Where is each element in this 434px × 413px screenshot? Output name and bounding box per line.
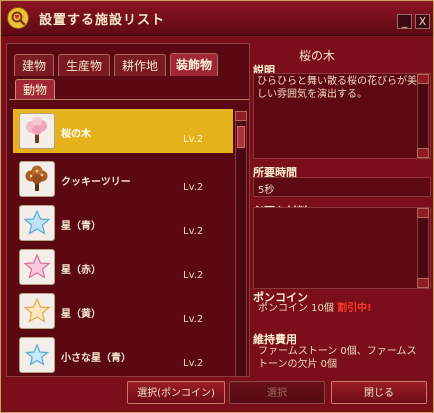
item-name: 星（青） [61, 221, 101, 232]
yellow-star-icon [19, 293, 55, 329]
title-bar[interactable]: 設置する施設リスト _ X [1, 1, 433, 36]
blue-star-icon [19, 205, 55, 241]
time-box [253, 177, 431, 197]
sale-badge: 割引中! [337, 303, 372, 314]
facility-list-window: 設置する施設リスト _ X 建物 生産物 耕作地 装飾物 動物 桜の木 Lv.2 [0, 0, 434, 413]
small-blue-star-icon [19, 337, 55, 373]
window-title: 設置する施設リスト [39, 13, 166, 28]
coin-value: ポンコイン 10個 [258, 303, 334, 314]
scroll-up-button[interactable] [417, 208, 429, 218]
tab-farmland[interactable]: 耕作地 [114, 54, 166, 76]
item-level: Lv.2 [183, 134, 204, 145]
item-level: Lv.2 [183, 182, 204, 193]
item-name: 星（黄） [61, 309, 101, 320]
list-item[interactable]: 星（黄） Lv.2 [13, 289, 233, 333]
time-value: 5秒 [258, 185, 275, 196]
item-name: 小さな星（青） [61, 353, 131, 364]
select-button[interactable]: 選択 [229, 381, 325, 404]
facility-list: 桜の木 Lv.2 クッキーツリー Lv.2 星（青） Lv.2 星（赤） Lv.… [13, 105, 233, 377]
list-item[interactable]: 星（青） Lv.2 [13, 201, 233, 245]
tab-decorations[interactable]: 装飾物 [170, 53, 218, 76]
select-with-coin-button[interactable]: 選択(ポンコイン) [127, 381, 225, 404]
scroll-thumb[interactable] [237, 126, 245, 148]
subtab-animals[interactable]: 動物 [15, 79, 55, 99]
coin-cost: ポンコイン 10個 割引中! [258, 299, 372, 314]
list-item[interactable]: 小さな星（青） Lv.2 [13, 333, 233, 377]
close-window-button[interactable]: X [415, 14, 430, 29]
heart-search-icon [7, 7, 29, 29]
scroll-down-button[interactable] [417, 148, 429, 158]
item-level: Lv.2 [183, 226, 204, 237]
materials-scrollbar[interactable] [417, 208, 429, 288]
cookie-tree-icon [19, 161, 55, 197]
item-level: Lv.2 [183, 270, 204, 281]
list-item[interactable]: クッキーツリー Lv.2 [13, 157, 233, 201]
pink-star-icon [19, 249, 55, 285]
scroll-up-button[interactable] [417, 74, 429, 84]
item-name: クッキーツリー [61, 177, 131, 188]
scroll-up-button[interactable] [235, 111, 247, 121]
tab-buildings[interactable]: 建物 [14, 54, 54, 76]
cherry-tree-icon [19, 113, 55, 149]
list-item[interactable]: 星（赤） Lv.2 [13, 245, 233, 289]
tab-products[interactable]: 生産物 [58, 54, 110, 76]
materials-box [253, 207, 431, 289]
item-level: Lv.2 [183, 358, 204, 369]
item-name: 星（赤） [61, 265, 101, 276]
minimize-button[interactable]: _ [397, 14, 412, 29]
description-text: ひらひらと舞い散る桜の花びらが美しい雰囲気を演出する。 [257, 76, 417, 100]
list-scrollbar[interactable] [235, 111, 247, 377]
upkeep-value: ファームストーン 0個、ファームストーンの欠片 0個 [258, 346, 417, 370]
scroll-down-button[interactable] [417, 278, 429, 288]
tab-divider [9, 99, 249, 100]
close-button[interactable]: 閉じる [331, 381, 427, 404]
list-item[interactable]: 桜の木 Lv.2 [13, 109, 233, 153]
description-scrollbar[interactable] [417, 74, 429, 158]
item-level: Lv.2 [183, 314, 204, 325]
selected-facility-name: 桜の木 [299, 49, 336, 63]
item-name: 桜の木 [61, 129, 91, 140]
